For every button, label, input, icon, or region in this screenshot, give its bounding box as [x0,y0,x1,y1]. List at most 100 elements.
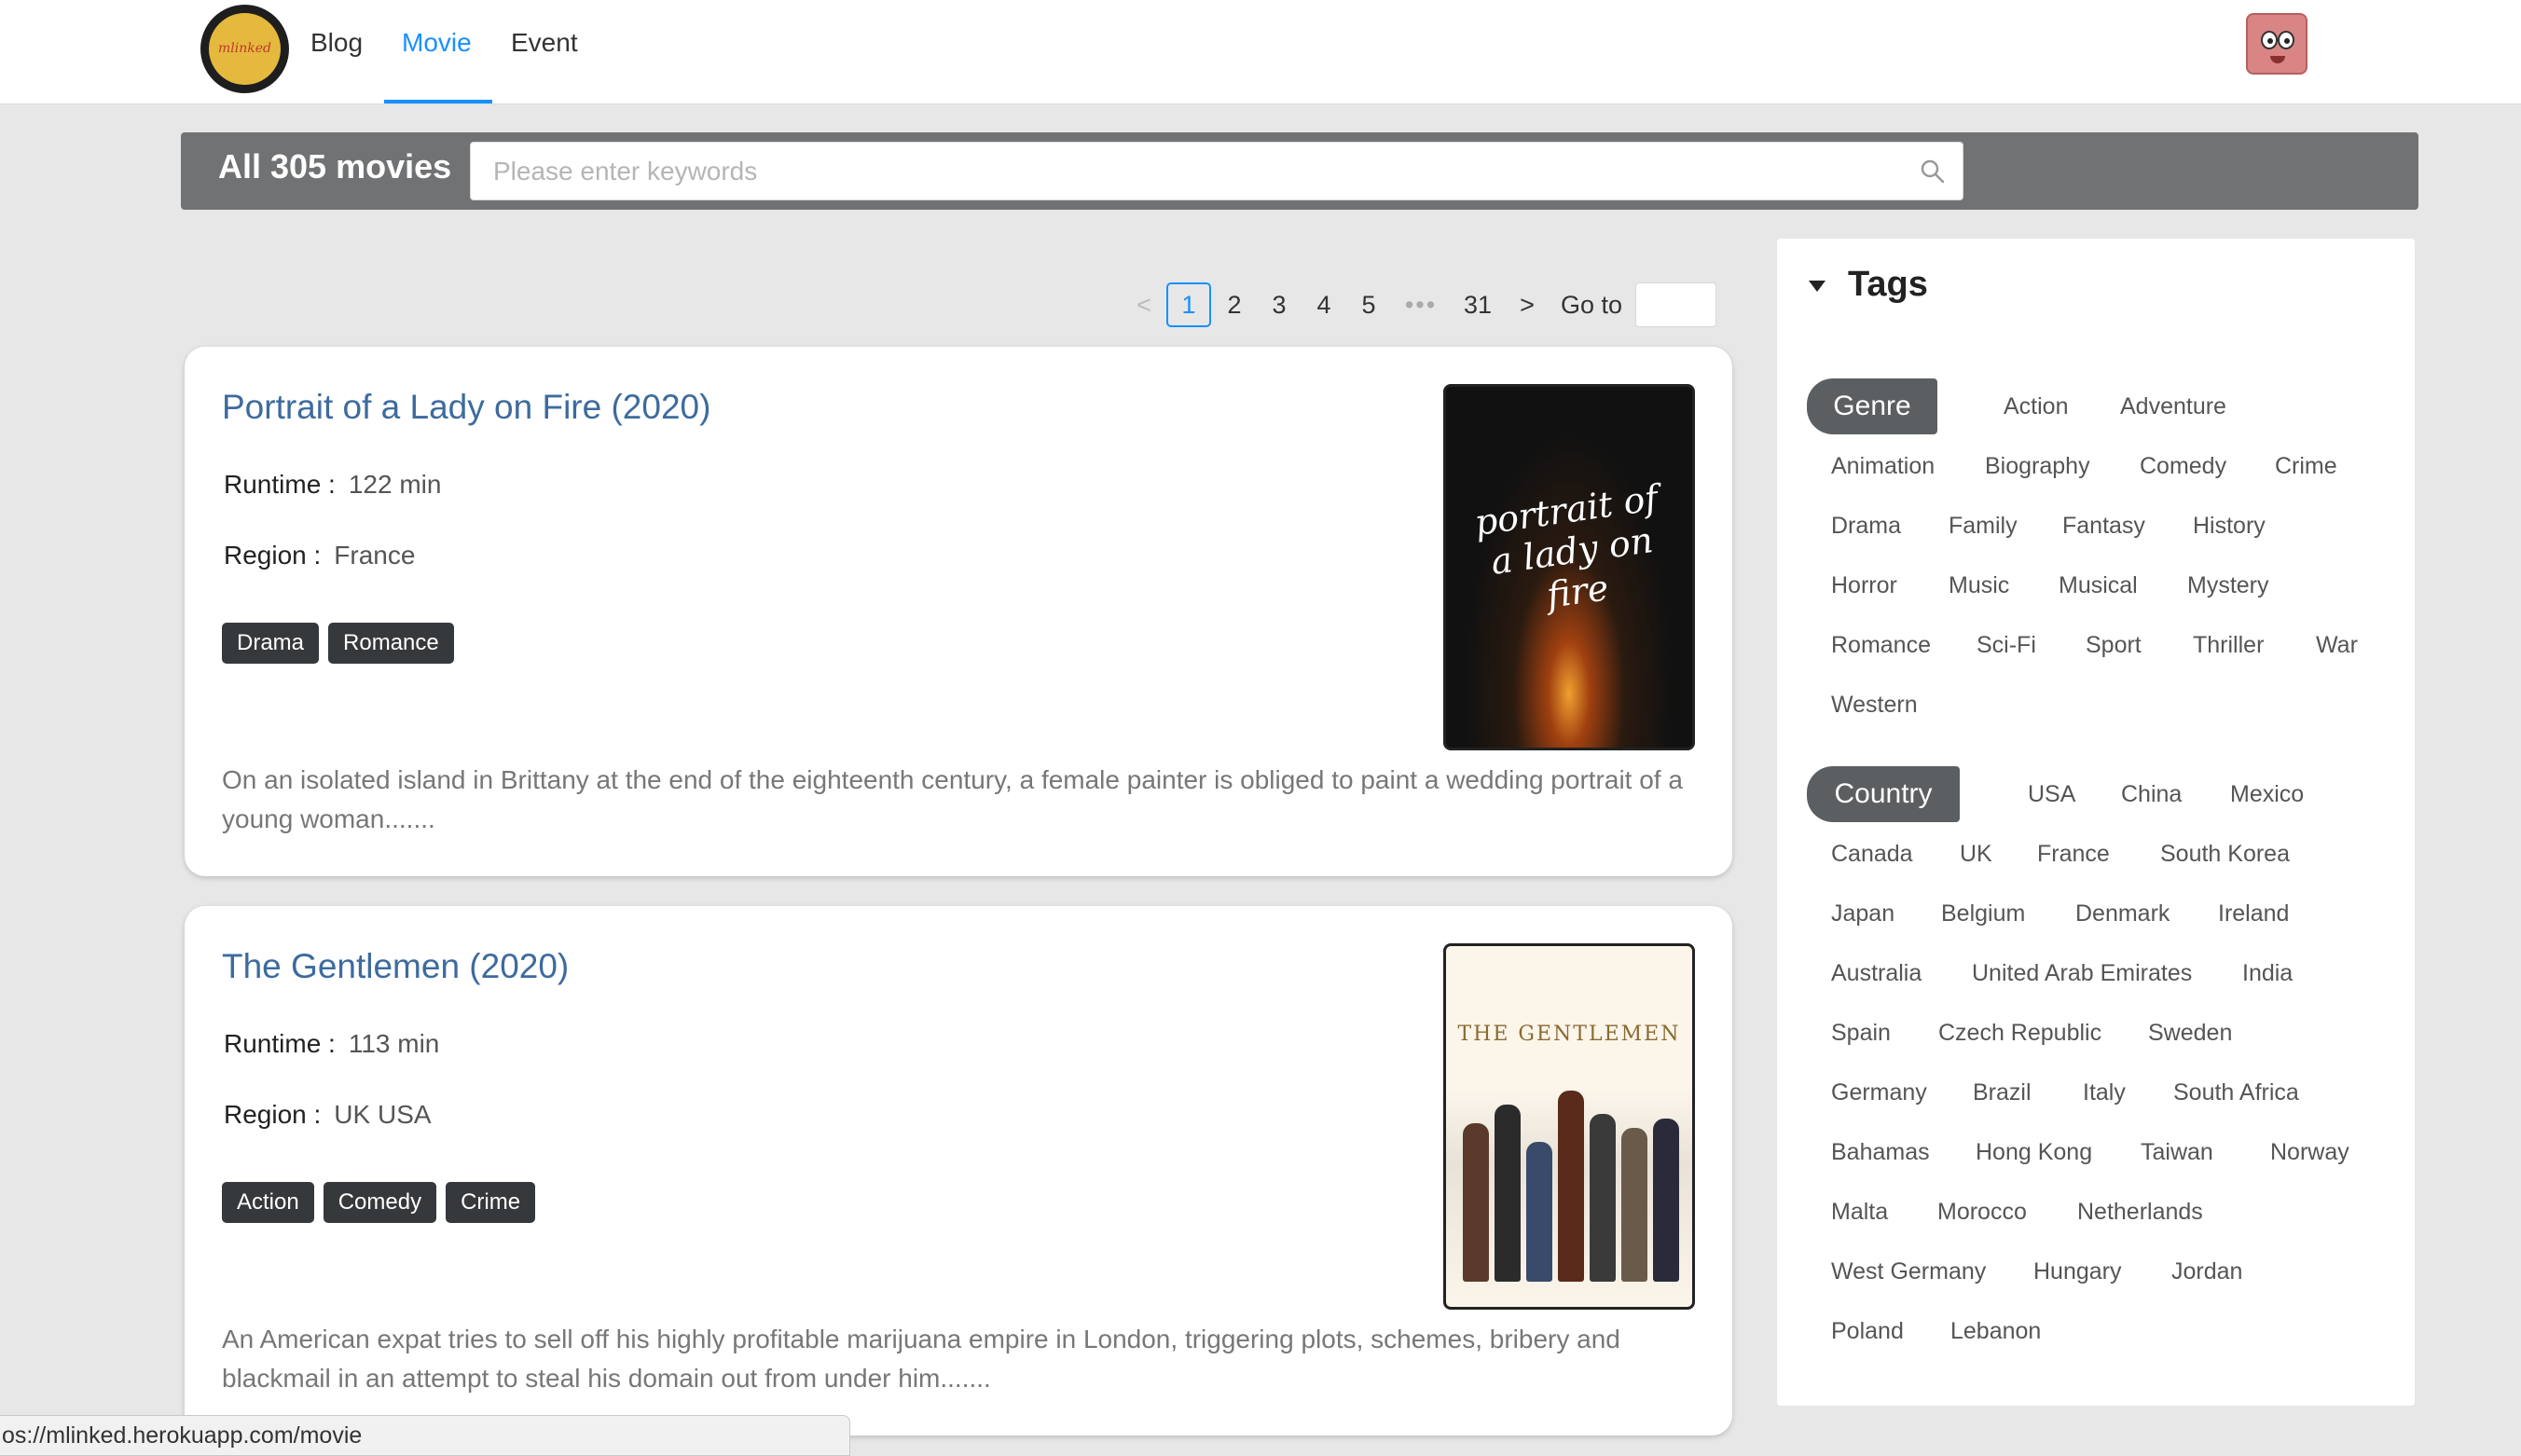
country-tag[interactable]: Mexico [2230,777,2304,811]
site-logo[interactable]: mlinked [200,5,289,93]
genre-tag[interactable]: Musical [2059,569,2138,602]
region-value: UK USA [334,1100,432,1129]
genre-tag[interactable]: Biography [1985,449,2090,483]
pagination-page-2[interactable]: 2 [1218,282,1251,327]
genre-tag[interactable]: Mystery [2187,569,2269,602]
country-tag[interactable]: India [2242,956,2293,990]
movie-tag[interactable]: Drama [222,623,320,664]
country-tag[interactable]: Norway [2270,1135,2349,1169]
country-tag[interactable]: Bahamas [1831,1135,1930,1169]
genre-tag[interactable]: Comedy [2140,449,2226,483]
movie-title[interactable]: The Gentlemen (2020) [222,947,569,986]
avatar-eye-left [2261,31,2278,49]
genre-tag[interactable]: Sci-Fi [1977,628,2036,662]
country-tag[interactable]: South Korea [2160,837,2290,871]
movie-title[interactable]: Portrait of a Lady on Fire (2020) [222,388,710,427]
genre-tag[interactable]: Horror [1831,569,1897,602]
user-avatar[interactable] [2246,13,2307,75]
country-tag[interactable]: Poland [1831,1314,1904,1348]
genre-tag[interactable]: Thriller [2193,628,2264,662]
movie-poster[interactable]: portrait of a lady on fire [1443,384,1695,750]
country-tag[interactable]: Italy [2083,1076,2126,1109]
genre-category-pill[interactable]: Genre [1807,378,1937,434]
country-tag[interactable]: Jordan [2171,1255,2242,1288]
country-tag[interactable]: USA [2028,777,2075,811]
movie-tag[interactable]: Action [222,1182,314,1223]
country-tag[interactable]: Australia [1831,956,1922,990]
poster-figure [1526,1142,1552,1282]
country-tag[interactable]: Sweden [2148,1016,2232,1050]
country-tag[interactable]: Japan [1831,897,1894,930]
nav-event[interactable]: Event [511,28,578,58]
poster-figure [1590,1114,1616,1282]
country-tag[interactable]: South Africa [2173,1076,2299,1109]
pagination-page-4[interactable]: 4 [1307,282,1341,327]
region-value: France [334,541,416,570]
country-tag[interactable]: Brazil [1973,1076,2032,1109]
genre-tag[interactable]: History [2193,509,2266,543]
pagination-page-5[interactable]: 5 [1352,282,1385,327]
country-category-pill[interactable]: Country [1807,766,1960,822]
country-tag[interactable]: UK [1960,837,1992,871]
genre-tag[interactable]: Romance [1831,628,1931,662]
pagination-ellipsis[interactable]: ••• [1398,282,1443,327]
pagination-prev[interactable]: < [1130,282,1158,327]
country-tag[interactable]: Malta [1831,1195,1888,1229]
genre-tag[interactable]: Sport [2086,628,2142,662]
pagination-page-last[interactable]: 31 [1454,282,1501,327]
movie-card[interactable]: Portrait of a Lady on Fire (2020) Runtim… [185,347,1732,876]
genre-tag[interactable]: Action [2004,390,2068,423]
nav-movie[interactable]: Movie [402,28,472,58]
movie-poster[interactable]: THE GENTLEMEN [1443,943,1695,1310]
country-tag[interactable]: China [2121,777,2182,811]
country-tag[interactable]: Spain [1831,1016,1891,1050]
genre-tag[interactable]: Fantasy [2062,509,2145,543]
genre-tag[interactable]: Adventure [2120,390,2226,423]
country-tag[interactable]: Hong Kong [1976,1135,2092,1169]
country-tag[interactable]: Hungary [2033,1255,2122,1288]
pagination-page-1[interactable]: 1 [1166,282,1211,327]
genre-tag[interactable]: War [2316,628,2358,662]
country-tag[interactable]: Taiwan [2141,1135,2213,1169]
pagination-next[interactable]: > [1513,282,1541,327]
region-label: Region : [224,1100,322,1129]
movie-tag[interactable]: Comedy [323,1182,437,1223]
logo-text: mlinked [209,13,281,85]
nav-blog[interactable]: Blog [310,28,363,58]
genre-tag[interactable]: Animation [1831,449,1935,483]
genre-tag[interactable]: Drama [1831,509,1901,543]
poster-figure [1495,1105,1521,1282]
country-tag[interactable]: United Arab Emirates [1972,956,2192,990]
search-input[interactable] [471,143,1907,199]
movie-region: Region : France [224,541,415,570]
movie-tag[interactable]: Romance [328,623,454,664]
genre-tag[interactable]: Music [1949,569,2009,602]
region-label: Region : [224,541,322,570]
browser-status-url: os://mlinked.herokuapp.com/movie [0,1415,850,1456]
country-tag[interactable]: Czech Republic [1938,1016,2101,1050]
genre-tag[interactable]: Crime [2275,449,2337,483]
country-tag[interactable]: Belgium [1941,897,2025,930]
caret-down-icon[interactable] [1809,280,1825,292]
genre-tag[interactable]: Western [1831,688,1918,721]
country-tag[interactable]: France [2037,837,2110,871]
tags-header[interactable]: Tags [1809,265,1928,305]
country-tag[interactable]: Denmark [2075,897,2170,930]
tags-title: Tags [1848,265,1928,304]
poster-figures [1455,1077,1688,1282]
pagination-goto-input[interactable] [1635,282,1716,327]
movie-card[interactable]: The Gentlemen (2020) Runtime : 113 min Re… [185,906,1732,1435]
country-tag[interactable]: Canada [1831,837,1913,871]
country-tag[interactable]: Germany [1831,1076,1927,1109]
country-tag[interactable]: West Germany [1831,1255,1986,1288]
country-tag[interactable]: Ireland [2218,897,2289,930]
genre-tag[interactable]: Family [1949,509,2018,543]
search-icon[interactable] [1919,158,1947,185]
country-tag[interactable]: Morocco [1937,1195,2027,1229]
pagination-goto-label: Go to [1560,291,1623,319]
avatar-mouth [2270,56,2285,63]
pagination-page-3[interactable]: 3 [1262,282,1296,327]
country-tag[interactable]: Netherlands [2077,1195,2203,1229]
country-tag[interactable]: Lebanon [1950,1314,2041,1348]
movie-tag[interactable]: Crime [446,1182,536,1223]
